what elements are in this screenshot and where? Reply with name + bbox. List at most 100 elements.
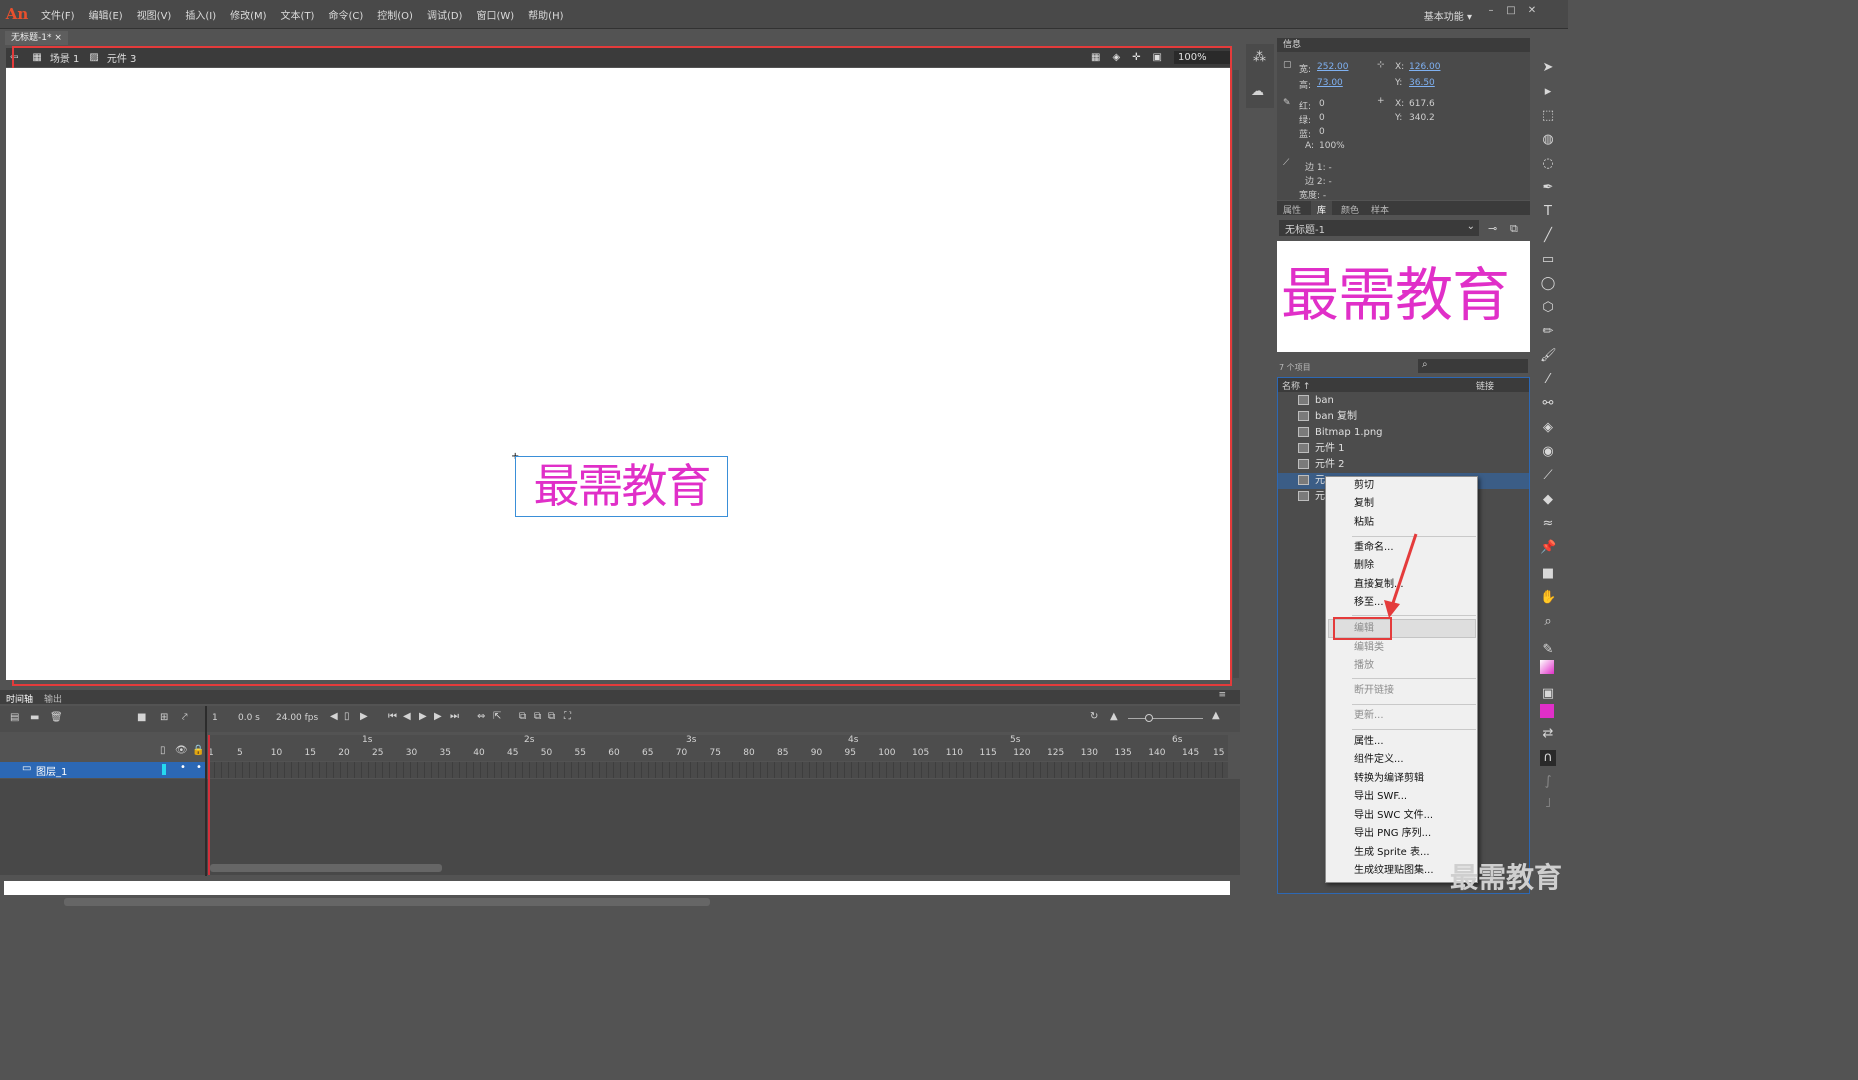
- play-icon[interactable]: ▶: [419, 711, 427, 722]
- menu-help[interactable]: 帮助(H): [521, 7, 570, 22]
- edit-multiple-icon[interactable]: ⧉: [548, 711, 555, 722]
- next-keyframe-icon[interactable]: ▶: [360, 711, 368, 722]
- menu-item-edit-class[interactable]: 编辑类: [1354, 639, 1384, 657]
- frames-row[interactable]: [208, 762, 1228, 778]
- stage-vertical-scrollbar[interactable]: [1233, 70, 1239, 678]
- menu-item-properties[interactable]: 属性...: [1354, 733, 1384, 751]
- close-tab-icon[interactable]: ×: [54, 33, 62, 43]
- column-link[interactable]: 链接: [1476, 379, 1494, 392]
- list-item[interactable]: 元件 1: [1298, 441, 1528, 457]
- menu-item-copy[interactable]: 复制: [1354, 495, 1374, 513]
- fill-swatch[interactable]: [1540, 704, 1554, 718]
- list-item[interactable]: ban: [1298, 393, 1528, 409]
- menu-modify[interactable]: 修改(M): [223, 7, 273, 22]
- x-value[interactable]: 126.00: [1409, 62, 1441, 72]
- menu-text[interactable]: 文本(T): [274, 7, 322, 22]
- pencil-tool-icon[interactable]: ✏: [1540, 324, 1556, 340]
- keyframe-icon[interactable]: ▯: [344, 711, 350, 722]
- pin-icon[interactable]: ⊸: [1488, 222, 1497, 235]
- bone-tool-icon[interactable]: ⚯: [1540, 396, 1556, 412]
- polystar-tool-icon[interactable]: ⬡: [1540, 300, 1556, 316]
- minimize-icon[interactable]: –: [1484, 5, 1498, 19]
- onion-markers-icon[interactable]: ⛶: [564, 711, 571, 722]
- tab-color[interactable]: 颜色: [1341, 203, 1359, 216]
- width-value[interactable]: 252.00: [1317, 62, 1349, 72]
- first-frame-icon[interactable]: ⏮: [388, 711, 397, 722]
- current-time[interactable]: 0.0 s: [238, 713, 260, 723]
- eye-icon[interactable]: 👁: [175, 745, 188, 756]
- pen-tool-icon[interactable]: ✒: [1540, 180, 1556, 196]
- menu-view[interactable]: 视图(V): [130, 7, 179, 22]
- document-tab[interactable]: 无标题-1* ×: [5, 31, 68, 45]
- fill-color-icon[interactable]: ▣: [1540, 686, 1556, 702]
- hand-tool-icon[interactable]: ✋: [1540, 590, 1556, 606]
- new-library-icon[interactable]: ⧉: [1510, 222, 1518, 236]
- menu-item-sprite-sheet[interactable]: 生成 Sprite 表...: [1354, 844, 1430, 862]
- y-value[interactable]: 36.50: [1409, 78, 1435, 88]
- text-tool-icon[interactable]: T: [1540, 204, 1556, 220]
- tab-output[interactable]: 输出: [44, 692, 62, 705]
- tab-properties[interactable]: 属性: [1283, 203, 1301, 216]
- ink-bottle-icon[interactable]: ◉: [1540, 444, 1556, 460]
- menu-item-play[interactable]: 播放: [1354, 657, 1374, 675]
- menu-item-export-png[interactable]: 导出 PNG 序列...: [1354, 825, 1431, 843]
- library-search-input[interactable]: ⌕: [1418, 359, 1528, 373]
- height-value[interactable]: 73.00: [1317, 78, 1343, 88]
- free-transform-icon[interactable]: ⬚: [1540, 108, 1556, 124]
- layer-color-swatch[interactable]: [162, 764, 166, 775]
- menu-item-delete[interactable]: 删除: [1354, 557, 1374, 575]
- zoom-small-icon[interactable]: ▲: [1110, 711, 1118, 722]
- menu-item-export-swc[interactable]: 导出 SWC 文件...: [1354, 807, 1433, 825]
- menu-commands[interactable]: 命令(C): [321, 7, 370, 22]
- maximize-icon[interactable]: □: [1504, 5, 1518, 19]
- visibility-dot-icon[interactable]: •: [180, 762, 186, 773]
- parent-view-icon[interactable]: ⊞: [160, 712, 168, 723]
- graph-icon[interactable]: ⤤: [182, 712, 188, 723]
- layer-name[interactable]: 图层_1: [36, 763, 67, 778]
- slider-thumb[interactable]: [1145, 714, 1153, 722]
- menu-item-cut[interactable]: 剪切: [1354, 477, 1374, 495]
- lasso-icon[interactable]: ◌: [1540, 156, 1556, 172]
- timeline-hscroll-thumb[interactable]: [210, 864, 442, 872]
- smooth-icon[interactable]: ∫: [1540, 774, 1556, 790]
- layer-row[interactable]: ▭ 图层_1 • •: [0, 762, 206, 778]
- menu-item-export-swf[interactable]: 导出 SWF...: [1354, 788, 1407, 806]
- fps-value[interactable]: 24.00 fps: [276, 713, 318, 723]
- brush-tool-icon[interactable]: ⁄: [1540, 372, 1556, 388]
- onion-outline-icon[interactable]: ⧉: [534, 711, 541, 722]
- paint-brush-icon[interactable]: 🖌: [1540, 348, 1557, 364]
- line-tool-icon[interactable]: ╱: [1540, 228, 1556, 244]
- current-frame[interactable]: 1: [212, 713, 218, 723]
- motion-presets-icon[interactable]: ⁂: [1253, 50, 1266, 65]
- stage-text-object[interactable]: 最需教育: [515, 456, 728, 517]
- width-tool-icon[interactable]: ≈: [1540, 516, 1556, 532]
- prev-keyframe-icon[interactable]: ◀: [330, 711, 338, 722]
- snap-magnet-icon[interactable]: ∩: [1540, 750, 1556, 766]
- new-layer-icon[interactable]: ▤: [10, 712, 19, 723]
- list-item[interactable]: ban 复制: [1298, 409, 1528, 425]
- straighten-icon[interactable]: ˩: [1540, 796, 1556, 812]
- center-frame-icon[interactable]: ⇱: [493, 711, 501, 722]
- subselection-tool-icon[interactable]: ▸: [1540, 84, 1556, 100]
- 3d-rotation-icon[interactable]: ◍: [1540, 132, 1556, 148]
- menu-item-texture-atlas[interactable]: 生成纹理贴图集...: [1354, 862, 1434, 880]
- bottom-scroll-thumb[interactable]: [64, 898, 710, 906]
- new-folder-icon[interactable]: ▬: [30, 712, 39, 723]
- camera-icon[interactable]: ■: [137, 712, 146, 723]
- zoom-large-icon[interactable]: ▲: [1212, 710, 1220, 721]
- camera-tool-icon[interactable]: ■: [1540, 566, 1556, 582]
- lock-icon[interactable]: 🔒: [192, 745, 204, 756]
- panel-menu-icon[interactable]: ≡: [1218, 690, 1226, 700]
- tab-library[interactable]: 库: [1311, 201, 1333, 216]
- timeline-ruler[interactable]: 1s 2s 3s 4s 5s 6s 1 5 10 15 20 25 30 35 40 45 50 55…: [208, 735, 1228, 761]
- delete-icon[interactable]: 🗑: [50, 712, 63, 723]
- swap-colors-icon[interactable]: ⇄: [1540, 726, 1556, 742]
- cc-libraries-icon[interactable]: ☁: [1251, 84, 1264, 99]
- layer-outline-icon[interactable]: ▯: [160, 745, 166, 756]
- last-frame-icon[interactable]: ⏭: [450, 711, 459, 722]
- oval-tool-icon[interactable]: ◯: [1540, 276, 1556, 292]
- list-item[interactable]: Bitmap 1.png: [1298, 425, 1528, 441]
- selection-tool-icon[interactable]: ➤: [1540, 60, 1556, 76]
- zoom-tool-icon[interactable]: ⌕: [1540, 614, 1556, 630]
- menu-insert[interactable]: 插入(I): [178, 7, 223, 22]
